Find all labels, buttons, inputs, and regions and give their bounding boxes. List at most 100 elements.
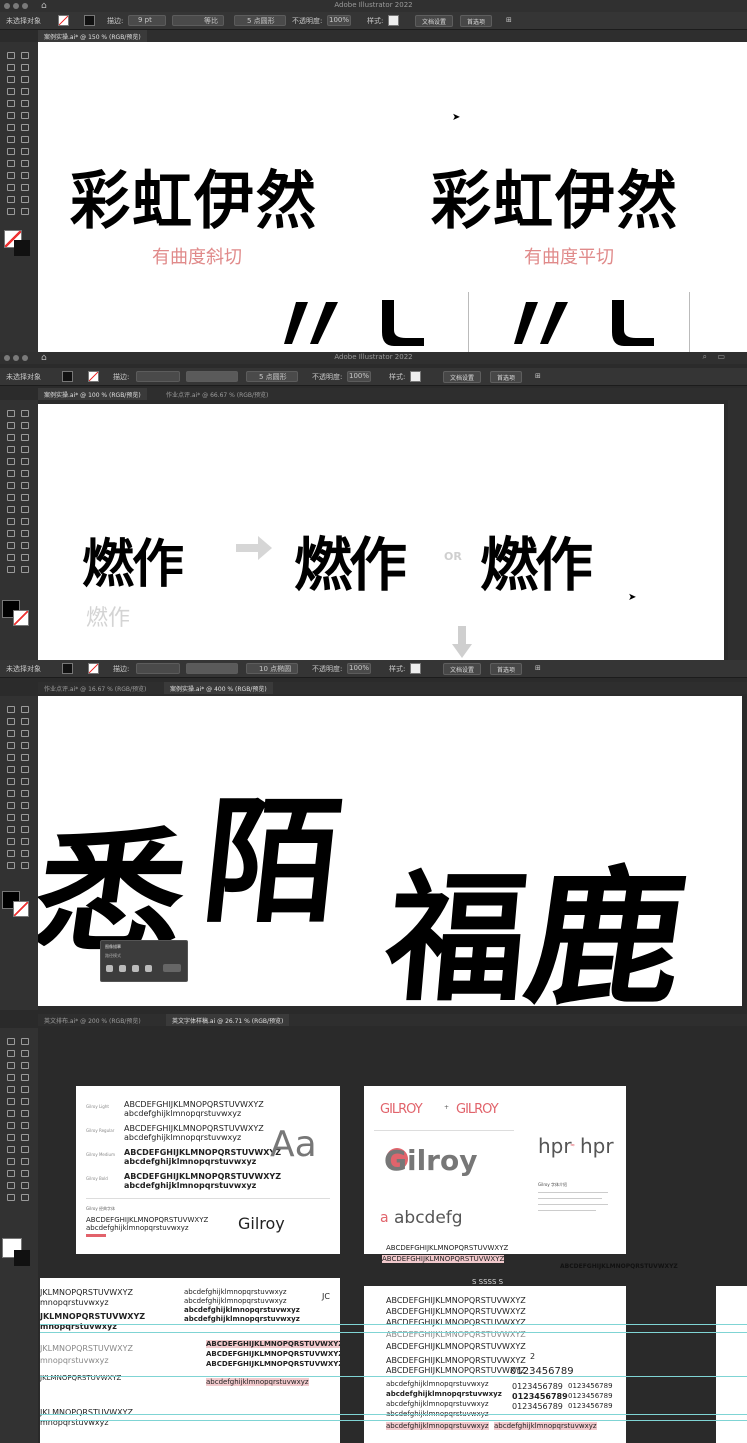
slice-tool-icon[interactable] bbox=[21, 196, 29, 203]
curvature-tool-icon[interactable] bbox=[21, 76, 29, 83]
lasso-tool-icon[interactable] bbox=[21, 1050, 29, 1057]
variable-width-profile[interactable] bbox=[186, 663, 238, 674]
gradient-tool-icon[interactable] bbox=[21, 814, 29, 821]
zoom-tool-icon[interactable] bbox=[21, 862, 29, 869]
graphic-style-swatch[interactable] bbox=[388, 15, 399, 26]
artboard-tool-icon[interactable] bbox=[7, 554, 15, 561]
pen-tool-icon[interactable] bbox=[7, 730, 15, 737]
shape-builder-tool-icon[interactable] bbox=[7, 1134, 15, 1141]
shaper-tool-icon[interactable] bbox=[7, 470, 15, 477]
magic-wand-tool-icon[interactable] bbox=[7, 1050, 15, 1057]
blend-tool-icon[interactable] bbox=[21, 1158, 29, 1165]
trace-preset-icon[interactable] bbox=[106, 965, 113, 972]
tab-english-font-specimen[interactable]: 英文字体样稿.ai @ 26.71 % (RGB/预览) bbox=[166, 1014, 290, 1026]
shape-builder-tool-icon[interactable] bbox=[7, 802, 15, 809]
rotate-tool-icon[interactable] bbox=[7, 124, 15, 131]
rectangle-tool-icon[interactable] bbox=[7, 100, 15, 107]
free-transform-tool-icon[interactable] bbox=[21, 1122, 29, 1129]
tab-case-practice[interactable]: 案例实操.ai* @ 400 % (RGB/预览) bbox=[164, 682, 273, 694]
hand-tool-icon[interactable] bbox=[7, 1194, 15, 1201]
trace-palette-icon[interactable] bbox=[132, 965, 139, 972]
tab-homework-review[interactable]: 作业点评.ai* @ 66.67 % (RGB/预览) bbox=[160, 388, 274, 400]
width-tool-icon[interactable] bbox=[7, 494, 15, 501]
symbol-sprayer-tool-icon[interactable] bbox=[7, 1170, 15, 1177]
slice-tool-icon[interactable] bbox=[21, 1182, 29, 1189]
pen-tool-icon[interactable] bbox=[7, 76, 15, 83]
blend-tool-icon[interactable] bbox=[21, 826, 29, 833]
curvature-tool-icon[interactable] bbox=[21, 1062, 29, 1069]
lasso-tool-icon[interactable] bbox=[21, 64, 29, 71]
paintbrush-tool-icon[interactable] bbox=[21, 100, 29, 107]
lasso-tool-icon[interactable] bbox=[21, 422, 29, 429]
gradient-tool-icon[interactable] bbox=[21, 1146, 29, 1153]
stroke-color-icon[interactable] bbox=[14, 240, 30, 256]
scale-tool-icon[interactable] bbox=[21, 1110, 29, 1117]
symbol-sprayer-tool-icon[interactable] bbox=[7, 542, 15, 549]
free-transform-tool-icon[interactable] bbox=[21, 494, 29, 501]
mesh-tool-icon[interactable] bbox=[7, 814, 15, 821]
tab-case-practice[interactable]: 案例实操.ai* @ 150 % (RGB/预览) bbox=[38, 30, 147, 42]
blend-tool-icon[interactable] bbox=[21, 530, 29, 537]
perspective-tool-icon[interactable] bbox=[21, 802, 29, 809]
rotate-tool-icon[interactable] bbox=[7, 778, 15, 785]
artboard-3[interactable]: 悉 陌 福 鹿 图像描摹 路径模式 ➤ ➤ bbox=[38, 696, 742, 1006]
hand-tool-icon[interactable] bbox=[7, 862, 15, 869]
stroke-swatch[interactable] bbox=[88, 663, 99, 674]
shape-builder-tool-icon[interactable] bbox=[7, 148, 15, 155]
scale-tool-icon[interactable] bbox=[21, 124, 29, 131]
hand-tool-icon[interactable] bbox=[7, 208, 15, 215]
fill-swatch[interactable] bbox=[58, 15, 69, 26]
symbol-sprayer-tool-icon[interactable] bbox=[7, 838, 15, 845]
graphic-style-swatch[interactable] bbox=[410, 663, 421, 674]
arrange-documents-icon[interactable]: ⊞ bbox=[535, 664, 541, 672]
fill-swatch[interactable] bbox=[62, 663, 73, 674]
eyedropper-tool-icon[interactable] bbox=[7, 530, 15, 537]
eraser-tool-icon[interactable] bbox=[21, 470, 29, 477]
shaper-tool-icon[interactable] bbox=[7, 1098, 15, 1105]
eyedropper-tool-icon[interactable] bbox=[7, 172, 15, 179]
direct-selection-tool-icon[interactable] bbox=[21, 706, 29, 713]
preferences-button[interactable]: 首选项 bbox=[490, 371, 523, 383]
mesh-tool-icon[interactable] bbox=[7, 1146, 15, 1153]
direct-selection-tool-icon[interactable] bbox=[21, 52, 29, 59]
free-transform-tool-icon[interactable] bbox=[21, 790, 29, 797]
eraser-tool-icon[interactable] bbox=[21, 112, 29, 119]
slice-tool-icon[interactable] bbox=[21, 554, 29, 561]
specimen-sheet-layout[interactable]: JKLMNOPQRSTUVWXYZ mnopqrstuvwxyz JKLMNOP… bbox=[40, 1278, 340, 1443]
direct-selection-tool-icon[interactable] bbox=[21, 1038, 29, 1045]
trace-settings-icon[interactable] bbox=[145, 965, 152, 972]
shaper-tool-icon[interactable] bbox=[7, 112, 15, 119]
rotate-tool-icon[interactable] bbox=[7, 482, 15, 489]
magic-wand-tool-icon[interactable] bbox=[7, 64, 15, 71]
stroke-weight-field[interactable] bbox=[136, 663, 180, 674]
scale-tool-icon[interactable] bbox=[21, 778, 29, 785]
slice-tool-icon[interactable] bbox=[21, 850, 29, 857]
workspace-icon[interactable]: ▭ bbox=[717, 352, 725, 361]
perspective-tool-icon[interactable] bbox=[21, 1134, 29, 1141]
zoom-tool-icon[interactable] bbox=[21, 1194, 29, 1201]
direct-selection-tool-icon[interactable] bbox=[21, 410, 29, 417]
shaper-tool-icon[interactable] bbox=[7, 766, 15, 773]
rectangle-tool-icon[interactable] bbox=[7, 1086, 15, 1093]
gradient-tool-icon[interactable] bbox=[21, 160, 29, 167]
paintbrush-tool-icon[interactable] bbox=[21, 458, 29, 465]
variable-width-profile[interactable] bbox=[186, 371, 238, 382]
paintbrush-tool-icon[interactable] bbox=[21, 1086, 29, 1093]
hand-tool-icon[interactable] bbox=[7, 566, 15, 573]
eyedropper-tool-icon[interactable] bbox=[7, 1158, 15, 1165]
rectangle-tool-icon[interactable] bbox=[7, 458, 15, 465]
free-transform-tool-icon[interactable] bbox=[21, 136, 29, 143]
document-setup-button[interactable]: 文档设置 bbox=[443, 371, 482, 383]
zoom-tool-icon[interactable] bbox=[21, 566, 29, 573]
artboard-tool-icon[interactable] bbox=[7, 850, 15, 857]
stroke-color-icon[interactable] bbox=[14, 1250, 30, 1266]
arrange-documents-icon[interactable]: ⊞ bbox=[535, 372, 541, 380]
type-tool-icon[interactable] bbox=[7, 1074, 15, 1081]
line-tool-icon[interactable] bbox=[21, 742, 29, 749]
magic-wand-tool-icon[interactable] bbox=[7, 718, 15, 725]
tab-english-layout[interactable]: 英文排布.ai* @ 200 % (RGB/预览) bbox=[38, 1014, 147, 1026]
scale-tool-icon[interactable] bbox=[21, 482, 29, 489]
eraser-tool-icon[interactable] bbox=[21, 1098, 29, 1105]
mesh-tool-icon[interactable] bbox=[7, 160, 15, 167]
specimen-sheet-logo[interactable]: GILROY + GILROY Gilroy a abcdefg hpr ≈ h… bbox=[364, 1086, 626, 1254]
